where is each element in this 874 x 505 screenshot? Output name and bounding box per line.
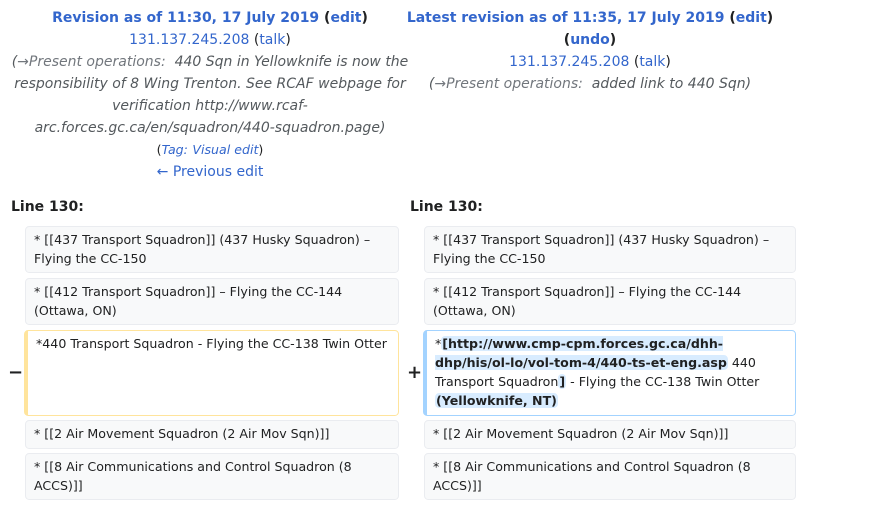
- deleted-line: *440 Transport Squadron - Flying the CC-…: [24, 330, 399, 416]
- old-revision-header: Revision as of 11:30, 17 July 2019 (edit…: [10, 7, 410, 183]
- added-line-text: - Flying the CC-138 Twin Otter: [566, 374, 760, 389]
- new-section-link[interactable]: →Present operations:: [434, 76, 583, 92]
- previous-edit-link[interactable]: ← Previous edit: [157, 164, 264, 180]
- context-line-old: * [[8 Air Communications and Control Squ…: [25, 453, 399, 500]
- old-tag-line: (Tag: Visual edit): [156, 142, 264, 157]
- undo-line: (undo): [563, 32, 617, 48]
- old-user-line: 131.137.245.208 (talk): [129, 32, 291, 48]
- old-section-link[interactable]: →Present operations:: [17, 54, 166, 70]
- context-line-old: * [[437 Transport Squadron]] (437 Husky …: [25, 226, 399, 273]
- old-revision-title: Revision as of 11:30, 17 July 2019 (edit…: [52, 10, 368, 26]
- new-edit-link[interactable]: edit: [736, 10, 767, 26]
- old-line-number: Line 130:: [11, 199, 84, 215]
- added-line: *[http://www.cmp-cpm.forces.gc.ca/dhh-dh…: [423, 330, 796, 416]
- new-revision-link[interactable]: Latest revision as of 11:35, 17 July 201…: [407, 10, 725, 26]
- inserted-location: (Yellowknife, NT): [435, 393, 558, 408]
- new-talk-link[interactable]: talk: [639, 54, 665, 70]
- added-line-marker: +: [407, 362, 423, 383]
- inserted-link-url: [http://www.cmp-cpm.forces.gc.ca/dhh-dhp…: [435, 336, 728, 370]
- context-line-old: * [[2 Air Movement Squadron (2 Air Mov S…: [25, 420, 399, 449]
- context-line-old: * [[412 Transport Squadron]] – Flying th…: [25, 278, 399, 325]
- old-user-ip-link[interactable]: 131.137.245.208: [129, 32, 249, 48]
- new-edit-summary: (→Present operations: added link to 440 …: [428, 76, 752, 92]
- tag-visual-edit-link[interactable]: Visual edit: [192, 142, 258, 157]
- tag-link[interactable]: Tag:: [162, 142, 188, 157]
- new-summary-text: added link to 440 Sqn: [591, 76, 746, 92]
- new-line-number: Line 130:: [410, 199, 483, 215]
- old-talk-link[interactable]: talk: [259, 32, 285, 48]
- new-user-line: 131.137.245.208 (talk): [509, 54, 671, 70]
- old-revision-link[interactable]: Revision as of 11:30, 17 July 2019: [52, 10, 319, 26]
- context-line-new: * [[412 Transport Squadron]] – Flying th…: [424, 278, 796, 325]
- old-edit-link[interactable]: edit: [330, 10, 361, 26]
- new-revision-header: Latest revision as of 11:35, 17 July 201…: [390, 7, 790, 95]
- context-line-new: * [[8 Air Communications and Control Squ…: [424, 453, 796, 500]
- deleted-line-marker: −: [8, 362, 24, 383]
- undo-link[interactable]: undo: [570, 32, 610, 48]
- inserted-bracket: ]: [558, 374, 567, 389]
- context-line-new: * [[437 Transport Squadron]] (437 Husky …: [424, 226, 796, 273]
- new-revision-title: Latest revision as of 11:35, 17 July 201…: [406, 10, 774, 26]
- context-line-new: * [[2 Air Movement Squadron (2 Air Mov S…: [424, 420, 796, 449]
- old-edit-summary: (→Present operations: 440 Sqn in Yellowk…: [11, 54, 409, 136]
- new-user-ip-link[interactable]: 131.137.245.208: [509, 54, 629, 70]
